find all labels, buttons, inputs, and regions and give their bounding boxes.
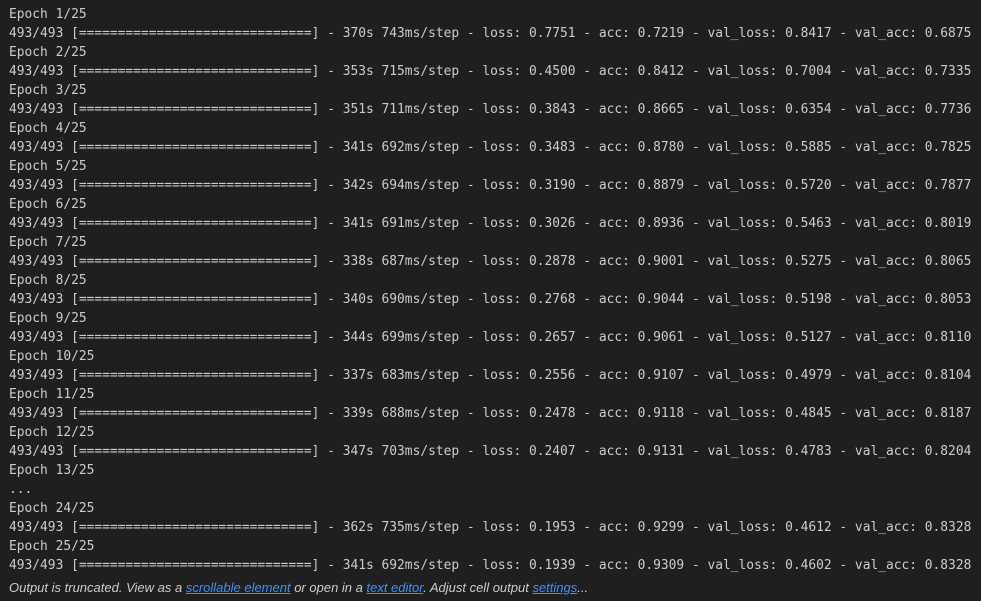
truncation-text: Output is truncated. View as a xyxy=(9,580,186,595)
output-line: ... xyxy=(9,482,33,497)
output-line: Epoch 4/25 xyxy=(9,121,87,136)
output-line: Epoch 2/25 xyxy=(9,45,87,60)
truncation-notice: Output is truncated. View as a scrollabl… xyxy=(9,580,588,595)
output-line: Epoch 10/25 xyxy=(9,349,95,364)
text-editor-link[interactable]: text editor xyxy=(366,580,423,595)
output-line: 493/493 [==============================]… xyxy=(9,520,972,535)
truncation-text-end: ... xyxy=(577,580,589,595)
output-line: 493/493 [==============================]… xyxy=(9,26,972,41)
output-line: Epoch 25/25 xyxy=(9,539,95,554)
output-line: Epoch 11/25 xyxy=(9,387,95,402)
output-line: 493/493 [==============================]… xyxy=(9,216,972,231)
output-line: Epoch 1/25 xyxy=(9,7,87,22)
output-line: Epoch 24/25 xyxy=(9,501,95,516)
output-line: 493/493 [==============================]… xyxy=(9,102,972,117)
output-line: 493/493 [==============================]… xyxy=(9,140,972,155)
cell-output: Epoch 1/25 493/493 [=====================… xyxy=(9,5,981,575)
output-line: Epoch 6/25 xyxy=(9,197,87,212)
output-line: 493/493 [==============================]… xyxy=(9,64,972,79)
output-line: Epoch 12/25 xyxy=(9,425,95,440)
output-line: 493/493 [==============================]… xyxy=(9,406,972,421)
output-line: Epoch 5/25 xyxy=(9,159,87,174)
output-line: 493/493 [==============================]… xyxy=(9,330,972,345)
output-line: 493/493 [==============================]… xyxy=(9,558,972,573)
output-line: Epoch 9/25 xyxy=(9,311,87,326)
output-line: 493/493 [==============================]… xyxy=(9,178,972,193)
output-line: 493/493 [==============================]… xyxy=(9,444,972,459)
output-line: 493/493 [==============================]… xyxy=(9,368,972,383)
truncation-text-adjust: . Adjust cell output xyxy=(423,580,533,595)
output-line: Epoch 8/25 xyxy=(9,273,87,288)
output-line: 493/493 [==============================]… xyxy=(9,292,972,307)
output-line: 493/493 [==============================]… xyxy=(9,254,972,269)
output-line: Epoch 13/25 xyxy=(9,463,95,478)
truncation-text-middle: or open in a xyxy=(290,580,367,595)
settings-link[interactable]: settings xyxy=(532,580,577,595)
output-line: Epoch 3/25 xyxy=(9,83,87,98)
scrollable-element-link[interactable]: scrollable element xyxy=(186,580,291,595)
output-line: Epoch 7/25 xyxy=(9,235,87,250)
